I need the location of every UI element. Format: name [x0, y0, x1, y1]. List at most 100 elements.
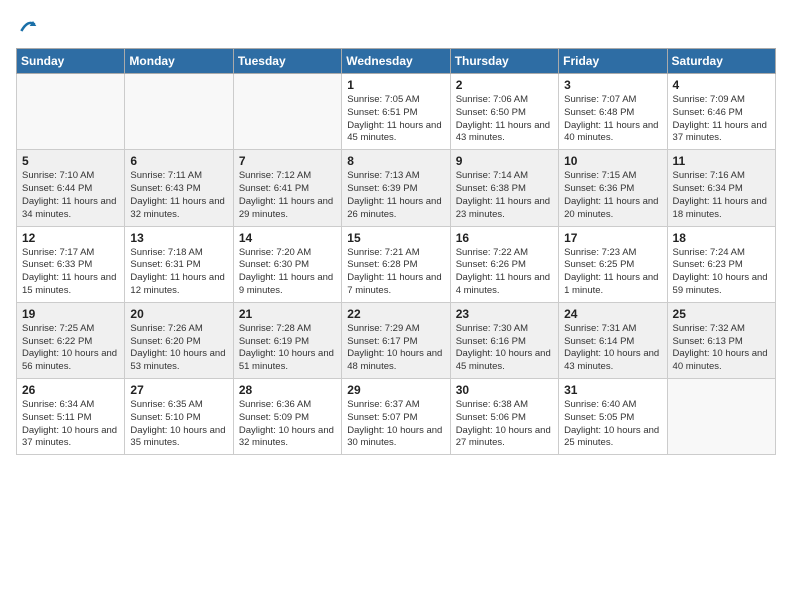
day-info: Sunrise: 7:20 AM Sunset: 6:30 PM Dayligh… [239, 247, 336, 298]
day-number: 2 [456, 78, 553, 92]
calendar-day-cell: 5 Sunrise: 7:10 AM Sunset: 6:44 PM Daylig… [17, 150, 125, 226]
day-number: 16 [456, 231, 553, 245]
calendar-day-cell: 16 Sunrise: 7:22 AM Sunset: 6:26 PM Dayli… [450, 226, 558, 302]
day-info: Sunrise: 7:25 AM Sunset: 6:22 PM Dayligh… [22, 323, 119, 374]
day-number: 5 [22, 154, 119, 168]
calendar-table: SundayMondayTuesdayWednesdayThursdayFrid… [16, 48, 776, 455]
day-number: 26 [22, 383, 119, 397]
calendar-day-cell: 23 Sunrise: 7:30 AM Sunset: 6:16 PM Dayli… [450, 302, 558, 378]
day-number: 6 [130, 154, 227, 168]
calendar-day-cell: 25 Sunrise: 7:32 AM Sunset: 6:13 PM Dayli… [667, 302, 775, 378]
day-number: 9 [456, 154, 553, 168]
day-info: Sunrise: 7:32 AM Sunset: 6:13 PM Dayligh… [673, 323, 770, 374]
day-number: 12 [22, 231, 119, 245]
weekday-header: Saturday [667, 49, 775, 74]
day-number: 18 [673, 231, 770, 245]
weekday-header: Sunday [17, 49, 125, 74]
calendar-week-row: 5 Sunrise: 7:10 AM Sunset: 6:44 PM Daylig… [17, 150, 776, 226]
day-info: Sunrise: 6:40 AM Sunset: 5:05 PM Dayligh… [564, 399, 661, 450]
day-info: Sunrise: 7:29 AM Sunset: 6:17 PM Dayligh… [347, 323, 444, 374]
day-number: 14 [239, 231, 336, 245]
day-number: 17 [564, 231, 661, 245]
calendar-week-row: 12 Sunrise: 7:17 AM Sunset: 6:33 PM Dayli… [17, 226, 776, 302]
day-info: Sunrise: 6:37 AM Sunset: 5:07 PM Dayligh… [347, 399, 444, 450]
calendar-day-cell: 21Sunrise: 7:28 AM Sunset: 6:19 PM Dayli… [233, 302, 341, 378]
day-number: 25 [673, 307, 770, 321]
day-number: 15 [347, 231, 444, 245]
calendar-day-cell: 29 Sunrise: 6:37 AM Sunset: 5:07 PM Dayli… [342, 379, 450, 455]
calendar-day-cell: 22 Sunrise: 7:29 AM Sunset: 6:17 PM Dayli… [342, 302, 450, 378]
weekday-header: Thursday [450, 49, 558, 74]
calendar-day-cell: 30Sunrise: 6:38 AM Sunset: 5:06 PM Dayli… [450, 379, 558, 455]
day-info: Sunrise: 7:15 AM Sunset: 6:36 PM Dayligh… [564, 170, 661, 221]
day-info: Sunrise: 7:18 AM Sunset: 6:31 PM Dayligh… [130, 247, 227, 298]
day-number: 21 [239, 307, 336, 321]
calendar-day-cell [125, 74, 233, 150]
day-number: 8 [347, 154, 444, 168]
page-header [16, 16, 776, 36]
day-number: 28 [239, 383, 336, 397]
calendar-week-row: 26 Sunrise: 6:34 AM Sunset: 5:11 PM Dayli… [17, 379, 776, 455]
day-number: 4 [673, 78, 770, 92]
calendar-day-cell [233, 74, 341, 150]
day-number: 20 [130, 307, 227, 321]
day-number: 19 [22, 307, 119, 321]
day-info: Sunrise: 7:07 AM Sunset: 6:48 PM Dayligh… [564, 94, 661, 145]
calendar-day-cell: 11 Sunrise: 7:16 AM Sunset: 6:34 PM Dayli… [667, 150, 775, 226]
day-info: Sunrise: 7:16 AM Sunset: 6:34 PM Dayligh… [673, 170, 770, 221]
day-number: 24 [564, 307, 661, 321]
calendar-day-cell: 26 Sunrise: 6:34 AM Sunset: 5:11 PM Dayli… [17, 379, 125, 455]
calendar-day-cell: 20 Sunrise: 7:26 AM Sunset: 6:20 PM Dayli… [125, 302, 233, 378]
day-info: Sunrise: 6:35 AM Sunset: 5:10 PM Dayligh… [130, 399, 227, 450]
day-info: Sunrise: 7:13 AM Sunset: 6:39 PM Dayligh… [347, 170, 444, 221]
day-info: Sunrise: 7:24 AM Sunset: 6:23 PM Dayligh… [673, 247, 770, 298]
day-number: 10 [564, 154, 661, 168]
calendar-header-row: SundayMondayTuesdayWednesdayThursdayFrid… [17, 49, 776, 74]
calendar-day-cell: 24 Sunrise: 7:31 AM Sunset: 6:14 PM Dayli… [559, 302, 667, 378]
logo-icon [18, 16, 38, 36]
calendar-day-cell: 14 Sunrise: 7:20 AM Sunset: 6:30 PM Dayli… [233, 226, 341, 302]
day-number: 11 [673, 154, 770, 168]
weekday-header: Monday [125, 49, 233, 74]
day-info: Sunrise: 7:10 AM Sunset: 6:44 PM Dayligh… [22, 170, 119, 221]
calendar-day-cell: 10 Sunrise: 7:15 AM Sunset: 6:36 PM Dayli… [559, 150, 667, 226]
day-info: Sunrise: 7:17 AM Sunset: 6:33 PM Dayligh… [22, 247, 119, 298]
day-number: 7 [239, 154, 336, 168]
day-info: Sunrise: 7:14 AM Sunset: 6:38 PM Dayligh… [456, 170, 553, 221]
calendar-day-cell [667, 379, 775, 455]
day-info: Sunrise: 7:31 AM Sunset: 6:14 PM Dayligh… [564, 323, 661, 374]
calendar-day-cell: 18 Sunrise: 7:24 AM Sunset: 6:23 PM Dayli… [667, 226, 775, 302]
day-number: 29 [347, 383, 444, 397]
day-info: Sunrise: 6:34 AM Sunset: 5:11 PM Dayligh… [22, 399, 119, 450]
day-number: 31 [564, 383, 661, 397]
calendar-day-cell: 19 Sunrise: 7:25 AM Sunset: 6:22 PM Dayli… [17, 302, 125, 378]
day-info: Sunrise: 6:36 AM Sunset: 5:09 PM Dayligh… [239, 399, 336, 450]
calendar-day-cell: 3 Sunrise: 7:07 AM Sunset: 6:48 PM Daylig… [559, 74, 667, 150]
day-info: Sunrise: 7:21 AM Sunset: 6:28 PM Dayligh… [347, 247, 444, 298]
day-info: Sunrise: 6:38 AM Sunset: 5:06 PM Dayligh… [456, 399, 553, 450]
day-info: Sunrise: 7:22 AM Sunset: 6:26 PM Dayligh… [456, 247, 553, 298]
calendar-day-cell [17, 74, 125, 150]
day-info: Sunrise: 7:12 AM Sunset: 6:41 PM Dayligh… [239, 170, 336, 221]
day-number: 22 [347, 307, 444, 321]
weekday-header: Tuesday [233, 49, 341, 74]
day-number: 13 [130, 231, 227, 245]
calendar-day-cell: 17Sunrise: 7:23 AM Sunset: 6:25 PM Dayli… [559, 226, 667, 302]
weekday-header: Friday [559, 49, 667, 74]
calendar-day-cell: 4Sunrise: 7:09 AM Sunset: 6:46 PM Daylig… [667, 74, 775, 150]
day-info: Sunrise: 7:11 AM Sunset: 6:43 PM Dayligh… [130, 170, 227, 221]
calendar-day-cell: 9 Sunrise: 7:14 AM Sunset: 6:38 PM Daylig… [450, 150, 558, 226]
day-info: Sunrise: 7:06 AM Sunset: 6:50 PM Dayligh… [456, 94, 553, 145]
day-number: 23 [456, 307, 553, 321]
calendar-day-cell: 2 Sunrise: 7:06 AM Sunset: 6:50 PM Daylig… [450, 74, 558, 150]
weekday-header: Wednesday [342, 49, 450, 74]
calendar-day-cell: 13 Sunrise: 7:18 AM Sunset: 6:31 PM Dayli… [125, 226, 233, 302]
logo [16, 16, 38, 36]
day-info: Sunrise: 7:26 AM Sunset: 6:20 PM Dayligh… [130, 323, 227, 374]
calendar-day-cell: 6 Sunrise: 7:11 AM Sunset: 6:43 PM Daylig… [125, 150, 233, 226]
calendar-day-cell: 7 Sunrise: 7:12 AM Sunset: 6:41 PM Daylig… [233, 150, 341, 226]
day-number: 3 [564, 78, 661, 92]
day-info: Sunrise: 7:30 AM Sunset: 6:16 PM Dayligh… [456, 323, 553, 374]
calendar-week-row: 1Sunrise: 7:05 AM Sunset: 6:51 PM Daylig… [17, 74, 776, 150]
day-number: 27 [130, 383, 227, 397]
